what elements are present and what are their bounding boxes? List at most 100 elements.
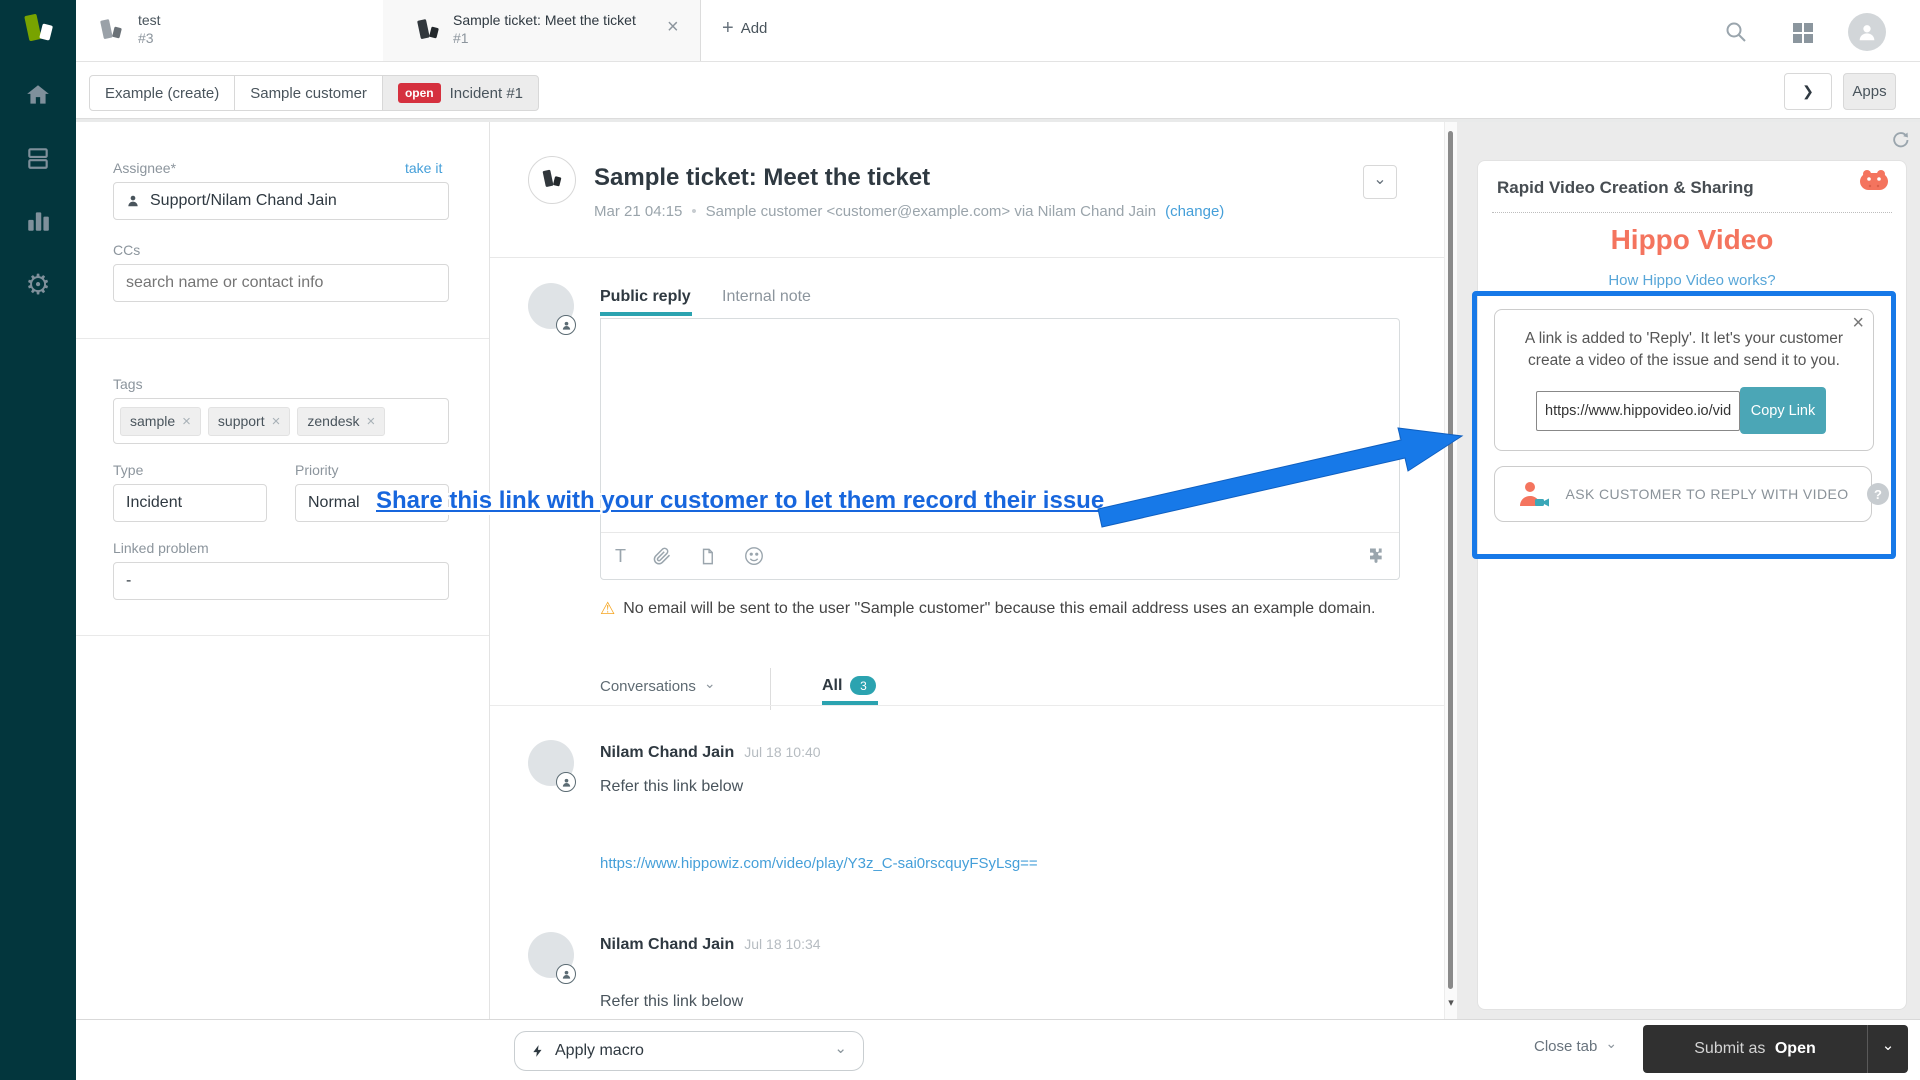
tag-chip[interactable]: sample × — [120, 406, 201, 436]
tab-public-reply[interactable]: Public reply — [600, 288, 691, 306]
remove-tag-icon[interactable]: × — [272, 413, 281, 430]
type-value: Incident — [126, 494, 183, 511]
comment-time: Jul 18 10:34 — [744, 936, 821, 952]
tag-chip[interactable]: zendesk × — [297, 406, 386, 436]
scrollbar-thumb[interactable] — [1448, 131, 1453, 989]
ticket-icon — [96, 16, 126, 51]
ccs-input[interactable] — [113, 264, 449, 302]
avatar[interactable] — [1848, 13, 1886, 51]
ask-customer-button[interactable]: ASK CUSTOMER TO REPLY WITH VIDEO — [1494, 466, 1872, 522]
warning-text: No email will be sent to the user "Sampl… — [623, 600, 1376, 617]
hippo-face-icon — [1858, 168, 1890, 199]
add-tab-button[interactable]: + Add — [722, 18, 767, 38]
divider — [76, 635, 489, 636]
breadcrumb-item-customer[interactable]: Sample customer — [234, 75, 383, 111]
tag-label: sample — [130, 413, 176, 429]
zendesk-app-window: test #3 × Sample ticket: Meet the ticket… — [0, 0, 1920, 1080]
ticket-title: Sample ticket: Meet the ticket — [594, 164, 931, 191]
tag-chip[interactable]: support × — [207, 406, 291, 436]
breadcrumb-item-incident[interactable]: open Incident #1 — [381, 75, 539, 111]
apply-macro-label: Apply macro — [555, 1042, 644, 1059]
linked-problem-label: Linked problem — [113, 540, 209, 556]
nav-home-icon[interactable] — [0, 82, 76, 113]
filter-all-tab[interactable]: All 3 — [822, 676, 877, 695]
nav-views-icon[interactable] — [0, 145, 76, 176]
tab-subtitle: #1 — [453, 30, 469, 46]
close-notice-icon[interactable]: × — [1852, 312, 1864, 335]
breadcrumb-label: Incident #1 — [449, 84, 523, 102]
remove-tag-icon[interactable]: × — [182, 413, 191, 430]
assignee-value: Support/Nilam Chand Jain — [150, 192, 337, 209]
tab-title: test — [138, 12, 161, 28]
chevron-down-icon: ⌄ — [1605, 1034, 1618, 1051]
apps-toggle-button[interactable]: Apps — [1843, 73, 1896, 110]
apply-macro-dropdown[interactable]: Apply macro ⌄ — [514, 1031, 864, 1071]
assignee-field[interactable]: Support/Nilam Chand Jain — [113, 182, 449, 220]
close-icon[interactable]: × — [667, 16, 679, 39]
next-ticket-button[interactable]: ❯ — [1784, 73, 1832, 110]
ticket-tab-sample[interactable]: Sample ticket: Meet the ticket #1 × — [383, 0, 701, 61]
warning-icon: ⚠ — [600, 599, 616, 618]
tabbar-divider — [76, 61, 1920, 62]
ticket-avatar — [528, 156, 576, 204]
comment-video-link[interactable]: https://www.hippowiz.com/video/play/Y3z_… — [600, 855, 1038, 872]
submit-prefix: Submit as — [1694, 1040, 1766, 1057]
apps-label: Apps — [1852, 83, 1887, 100]
breadcrumb: Example (create) Sample customer open In… — [89, 75, 539, 111]
hippo-panel-title: Rapid Video Creation & Sharing — [1497, 178, 1754, 197]
linked-problem-value: - — [126, 572, 132, 589]
conversations-dropdown[interactable]: Conversations ⌄ — [600, 675, 716, 695]
chevron-down-icon: ⌄ — [1881, 1036, 1895, 1054]
comment-author[interactable]: Nilam Chand Jain — [600, 744, 734, 762]
end-user-badge-icon — [556, 315, 576, 335]
document-icon[interactable] — [698, 547, 717, 566]
copy-link-button[interactable]: Copy Link — [1740, 387, 1826, 434]
remove-tag-icon[interactable]: × — [367, 413, 376, 430]
close-tab-dropdown[interactable]: Close tab ⌄ — [1534, 1034, 1618, 1056]
filter-count-badge: 3 — [850, 676, 877, 695]
filter-all-label: All — [822, 676, 843, 694]
ask-customer-label: ASK CUSTOMER TO REPLY WITH VIDEO — [1565, 486, 1849, 502]
submit-button[interactable]: Submit as Open ⌄ — [1643, 1025, 1908, 1073]
nav-admin-gear-icon[interactable]: ⚙ — [0, 268, 76, 301]
conversations-divider — [490, 705, 1444, 706]
type-field[interactable]: Incident — [113, 484, 267, 522]
collapse-header-button[interactable]: ⌄ — [1363, 165, 1397, 199]
comment-text: Refer this link below — [600, 993, 744, 1010]
tags-field[interactable]: sample × support × zendesk × — [113, 398, 449, 444]
search-icon[interactable] — [1722, 20, 1750, 49]
help-icon[interactable]: ? — [1867, 483, 1889, 505]
linked-problem-field[interactable]: - — [113, 562, 449, 600]
zendesk-logo[interactable] — [20, 10, 58, 55]
apps-puzzle-icon[interactable] — [1365, 546, 1385, 566]
question-glyph: ? — [1874, 486, 1882, 502]
email-warning: ⚠ No email will be sent to the user "Sam… — [600, 598, 1386, 620]
comment-author[interactable]: Nilam Chand Jain — [600, 936, 734, 954]
breadcrumb-item-example[interactable]: Example (create) — [89, 75, 236, 111]
take-it-link[interactable]: take it — [405, 160, 442, 176]
how-it-works-link[interactable]: How Hippo Video works? — [1477, 272, 1907, 289]
priority-value: Normal — [308, 494, 360, 511]
change-requester-link[interactable]: (change) — [1165, 203, 1224, 220]
apps-grid-icon[interactable] — [1792, 22, 1814, 49]
status-badge: open — [397, 83, 441, 103]
comment-header: Nilam Chand Jain Jul 18 10:34 — [600, 936, 821, 954]
comment-text: Refer this link below — [600, 778, 744, 795]
chevron-down-icon: ⌄ — [834, 1039, 847, 1057]
video-link-input[interactable] — [1536, 391, 1740, 431]
text-format-icon[interactable]: T — [615, 546, 626, 567]
attachment-icon[interactable] — [652, 546, 672, 566]
tab-internal-note[interactable]: Internal note — [722, 288, 811, 306]
nav-reports-icon[interactable] — [0, 208, 76, 239]
header-divider — [490, 257, 1444, 258]
refresh-icon[interactable] — [1890, 130, 1910, 155]
comment-header: Nilam Chand Jain Jul 18 10:40 — [600, 744, 821, 762]
scroll-down-arrow-icon[interactable]: ▾ — [1445, 996, 1457, 1009]
divider — [76, 338, 489, 339]
ccs-label: CCs — [113, 242, 141, 258]
dotted-divider — [1492, 212, 1892, 213]
hippo-video-composer-icon[interactable] — [743, 545, 765, 567]
ticket-tab-test[interactable]: test #3 × — [76, 0, 432, 61]
submit-options-zone[interactable]: ⌄ — [1868, 1036, 1908, 1059]
submit-label-zone[interactable]: Submit as Open — [1643, 1040, 1867, 1058]
